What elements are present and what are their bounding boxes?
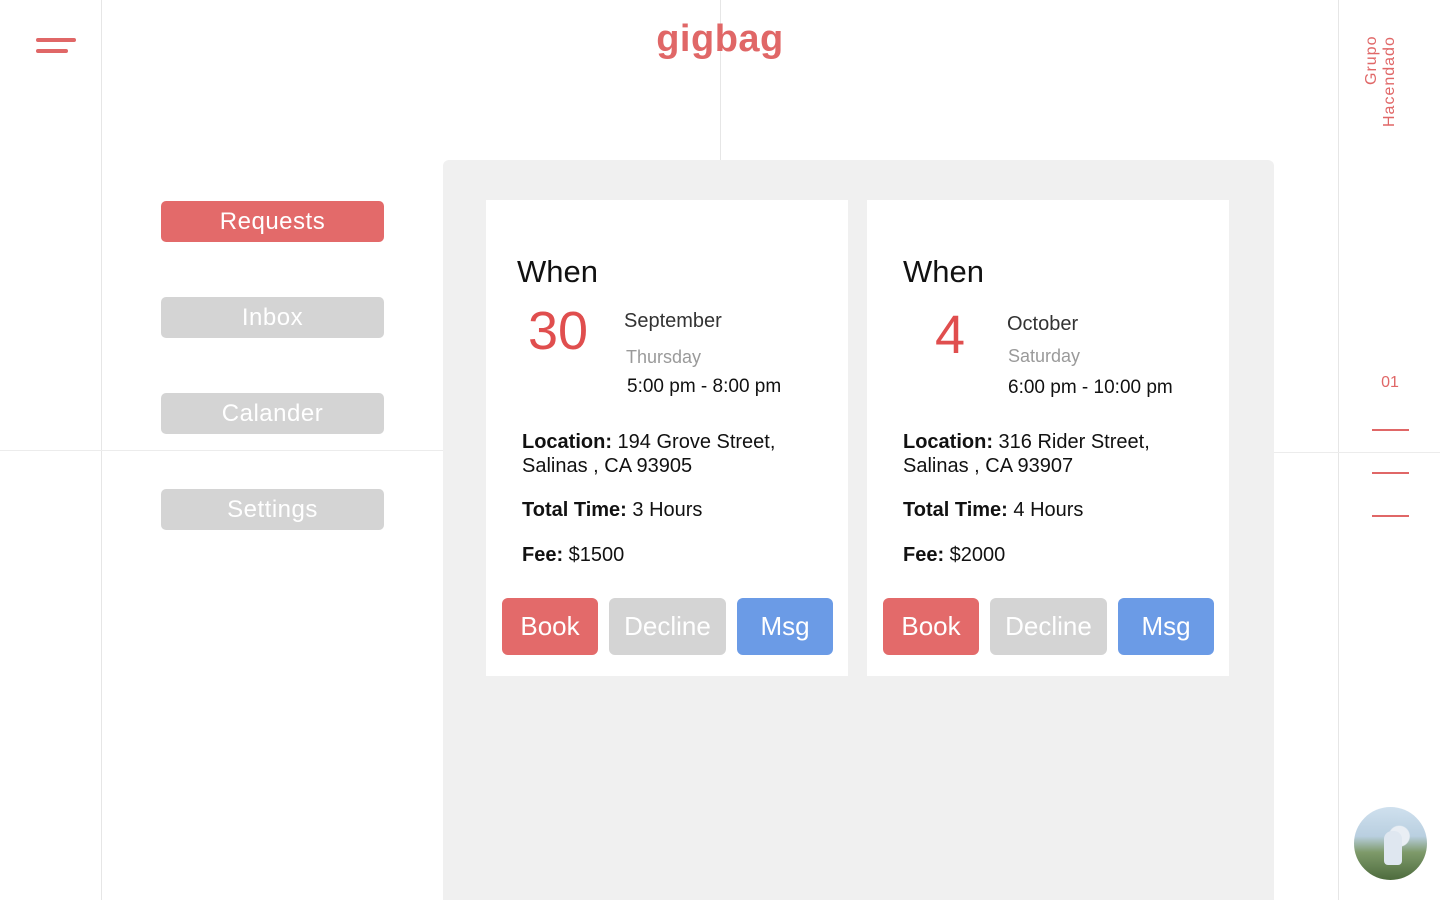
location-label: Location: [903,431,993,453]
fee-info: Fee: $1500 [522,543,624,567]
location-city: Salinas , CA 93905 [522,455,693,477]
location-info: Location: 194 Grove Street, Salinas , CA… [522,430,775,478]
nav-inbox-button[interactable]: Inbox [161,297,384,338]
organization-label: Grupo Hacendado [1363,36,1398,127]
total-time-value: 3 Hours [626,499,703,521]
month-label: September [624,310,722,332]
location-label: Location: [522,431,612,453]
fee-label: Fee: [522,544,564,566]
msg-button[interactable]: Msg [1118,598,1214,655]
total-time-info: Total Time: 4 Hours [903,498,1083,522]
weekday-label: Thursday [626,347,702,367]
brand-logo[interactable]: gigbag [600,18,840,61]
weekday-label: Saturday [1008,346,1081,366]
app-root: gigbag Grupo Hacendado Requests Inbox Ca… [0,0,1440,900]
when-heading: When [517,254,598,289]
location-info: Location: 316 Rider Street, Salinas , CA… [903,430,1150,478]
total-time-label: Total Time: [903,499,1008,521]
avatar-figure [1384,831,1402,865]
location-city: Salinas , CA 93907 [903,455,1074,477]
hamburger-bar-top [36,38,76,42]
location-street: 194 Grove Street, [612,431,776,453]
time-range: 6:00 pm - 10:00 pm [1008,377,1173,398]
day-number: 30 [528,301,589,361]
decline-button[interactable]: Decline [990,598,1107,655]
hamburger-icon[interactable] [36,36,76,56]
nav-settings-button[interactable]: Settings [161,489,384,530]
fee-info: Fee: $2000 [903,543,1005,567]
time-range: 5:00 pm - 8:00 pm [627,376,782,397]
grid-line-horizontal-left [0,450,443,451]
requests-panel: When 30 September Thursday 5:00 pm - 8:0… [443,160,1274,900]
page-number: 01 [1381,374,1399,391]
pager-indicator-1[interactable] [1372,429,1409,431]
fee-value: $2000 [944,544,1006,566]
nav-requests-button[interactable]: Requests [161,201,384,242]
book-button[interactable]: Book [502,598,598,655]
day-number: 4 [935,305,966,365]
location-street: 316 Rider Street, [993,431,1150,453]
when-heading: When [903,254,984,289]
total-time-value: 4 Hours [1007,499,1084,521]
fee-label: Fee: [903,544,945,566]
grid-line-horizontal-right [1274,452,1440,453]
pager-indicator-3[interactable] [1372,515,1409,517]
nav-calander-button[interactable]: Calander [161,393,384,434]
hamburger-bar-bottom [36,49,68,53]
msg-button[interactable]: Msg [737,598,833,655]
total-time-info: Total Time: 3 Hours [522,498,702,522]
pager-indicator-2[interactable] [1372,472,1409,474]
book-button[interactable]: Book [883,598,979,655]
request-card: When 30 September Thursday 5:00 pm - 8:0… [486,200,848,676]
fee-value: $1500 [563,544,625,566]
request-card: When 4 October Saturday 6:00 pm - 10:00 … [867,200,1229,676]
decline-button[interactable]: Decline [609,598,726,655]
month-label: October [1007,313,1079,335]
user-avatar[interactable] [1354,807,1427,880]
total-time-label: Total Time: [522,499,627,521]
grid-line-right [1338,0,1339,900]
